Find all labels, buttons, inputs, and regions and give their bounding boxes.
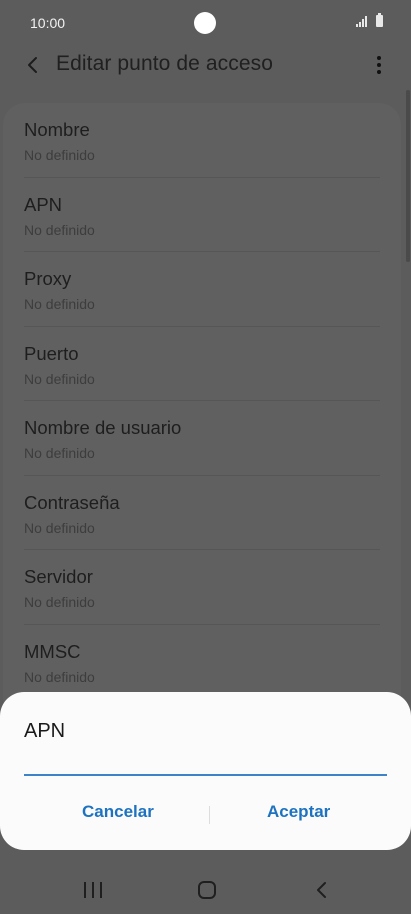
list-item-value: No definido bbox=[24, 147, 95, 163]
list-item-value: No definido bbox=[24, 370, 95, 387]
status-time: 10:00 bbox=[30, 15, 66, 31]
apn-dialog: APN Cancelar Aceptar bbox=[0, 692, 411, 850]
list-item-label: Servidor bbox=[24, 566, 93, 587]
list-item-apn[interactable]: APN No definido bbox=[24, 178, 380, 252]
list-item-value: No definido bbox=[24, 594, 95, 610]
apn-input[interactable] bbox=[24, 750, 387, 776]
battery-icon bbox=[376, 13, 383, 27]
camera-cutout bbox=[194, 12, 216, 34]
accept-button[interactable]: Aceptar bbox=[267, 802, 330, 822]
signal-icon bbox=[356, 16, 368, 27]
list-item-value: No definido bbox=[24, 519, 95, 536]
list-item-value: No definido bbox=[24, 221, 95, 238]
recent-apps-icon[interactable] bbox=[84, 882, 102, 898]
list-item-puerto[interactable]: Puerto No definido bbox=[24, 327, 380, 401]
settings-list: Nombre No definido APN No definido Proxy… bbox=[3, 103, 401, 723]
list-item-label: Puerto bbox=[24, 342, 79, 364]
list-item-label: Nombre de usuario bbox=[24, 417, 182, 438]
status-icons bbox=[356, 13, 383, 27]
status-bar: 10:00 bbox=[0, 0, 411, 46]
page-title: Editar punto de acceso bbox=[56, 52, 274, 75]
app-bar: Editar punto de acceso bbox=[0, 46, 411, 86]
list-item-value: No definido bbox=[24, 668, 95, 685]
list-item-servidor[interactable]: Servidor No definido bbox=[24, 550, 380, 625]
navigation-bar bbox=[0, 864, 411, 914]
cancel-button[interactable]: Cancelar bbox=[82, 802, 154, 822]
list-item-value: No definido bbox=[24, 296, 95, 312]
list-item-nombre-de-usuario[interactable]: Nombre de usuario No definido bbox=[24, 401, 380, 476]
list-item-label: Proxy bbox=[24, 268, 72, 289]
back-icon[interactable] bbox=[313, 881, 331, 899]
more-vertical-icon[interactable] bbox=[371, 54, 387, 76]
divider bbox=[209, 806, 210, 824]
dialog-title: APN bbox=[24, 720, 66, 742]
list-item-nombre[interactable]: Nombre No definido bbox=[24, 103, 380, 178]
list-item-proxy[interactable]: Proxy No definido bbox=[24, 252, 380, 327]
list-item-value: No definido bbox=[24, 445, 95, 461]
list-item-label: Nombre bbox=[24, 119, 90, 140]
list-item-mmsc[interactable]: MMSC No definido bbox=[24, 625, 380, 700]
list-item-label: Contraseña bbox=[24, 491, 120, 513]
list-item-contrasena[interactable]: Contraseña No definido bbox=[24, 476, 380, 550]
scrollbar[interactable] bbox=[406, 90, 410, 262]
home-icon[interactable] bbox=[198, 881, 216, 899]
dialog-actions: Cancelar Aceptar bbox=[0, 796, 411, 836]
list-item-label: MMSC bbox=[24, 640, 81, 662]
list-item-label: APN bbox=[24, 193, 63, 215]
chevron-left-icon[interactable] bbox=[22, 54, 44, 76]
